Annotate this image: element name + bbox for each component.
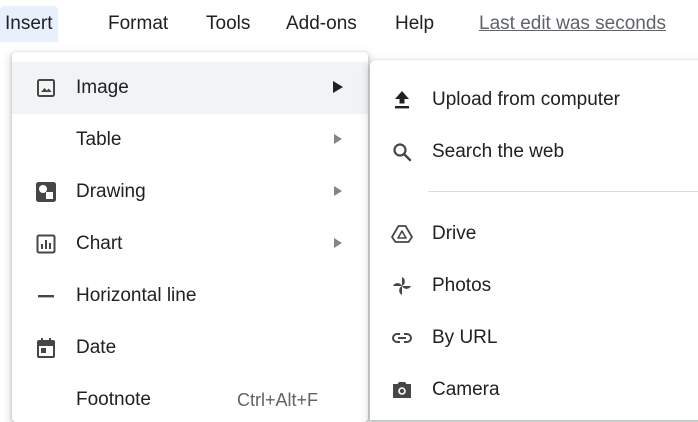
submenu-arrow-icon: [332, 184, 344, 198]
menu-item-label: Image: [76, 77, 129, 98]
submenu-item-search-web[interactable]: Search the web: [370, 126, 698, 178]
submenu-item-label: Photos: [432, 275, 492, 296]
horizontal-line-icon: [34, 284, 58, 308]
camera-icon: [390, 378, 414, 402]
submenu-item-label: Search the web: [432, 141, 565, 162]
submenu-arrow-icon: [332, 80, 344, 94]
menu-bar: Insert Format Tools Add-ons Help Last ed…: [0, 0, 698, 48]
submenu-item-label: Drive: [432, 223, 477, 244]
submenu-item-photos[interactable]: Photos: [370, 260, 698, 312]
submenu-item-camera[interactable]: Camera: [370, 364, 698, 416]
menu-item-label: Drawing: [76, 181, 146, 202]
menu-item-label: Table: [76, 129, 122, 150]
menu-item-date[interactable]: Date: [12, 322, 368, 374]
upload-icon: [390, 88, 414, 112]
submenu-arrow-icon: [332, 132, 344, 146]
submenu-item-by-url[interactable]: By URL: [370, 312, 698, 364]
menu-item-label: Footnote: [76, 389, 151, 410]
search-icon: [390, 140, 414, 164]
image-submenu: Upload from computer Search the web Driv…: [370, 60, 698, 420]
menu-help[interactable]: Help: [390, 6, 439, 42]
calendar-icon: [34, 336, 58, 360]
menu-format[interactable]: Format: [103, 6, 173, 42]
menu-item-footnote[interactable]: Footnote Ctrl+Alt+F: [12, 374, 368, 422]
menu-item-horizontal-line[interactable]: Horizontal line: [12, 270, 368, 322]
keyboard-shortcut: Ctrl+Alt+F: [237, 390, 319, 410]
menu-divider: [428, 191, 698, 192]
submenu-item-label: Camera: [432, 379, 500, 400]
menu-item-table[interactable]: Table: [12, 114, 368, 166]
menu-tools[interactable]: Tools: [201, 6, 255, 42]
insert-menu: Image Table Drawing Chart Horizontal lin…: [12, 52, 368, 422]
submenu-item-drive[interactable]: Drive: [370, 208, 698, 260]
submenu-item-label: Upload from computer: [432, 89, 620, 110]
menu-item-chart[interactable]: Chart: [12, 218, 368, 270]
photos-icon: [390, 274, 414, 298]
submenu-item-upload[interactable]: Upload from computer: [370, 74, 698, 126]
last-edit-link[interactable]: Last edit was seconds: [479, 6, 666, 42]
image-icon: [34, 76, 58, 100]
menu-item-label: Chart: [76, 233, 123, 254]
menu-addons[interactable]: Add-ons: [281, 6, 362, 42]
menu-insert[interactable]: Insert: [0, 6, 58, 42]
link-icon: [390, 326, 414, 350]
chart-icon: [34, 232, 58, 256]
menu-item-image[interactable]: Image: [12, 62, 368, 114]
drive-icon: [390, 222, 414, 246]
submenu-item-label: By URL: [432, 327, 498, 348]
menu-item-label: Horizontal line: [76, 285, 197, 306]
drawing-icon: [34, 180, 58, 204]
menu-item-label: Date: [76, 337, 117, 358]
menu-item-drawing[interactable]: Drawing: [12, 166, 368, 218]
submenu-arrow-icon: [332, 236, 344, 250]
